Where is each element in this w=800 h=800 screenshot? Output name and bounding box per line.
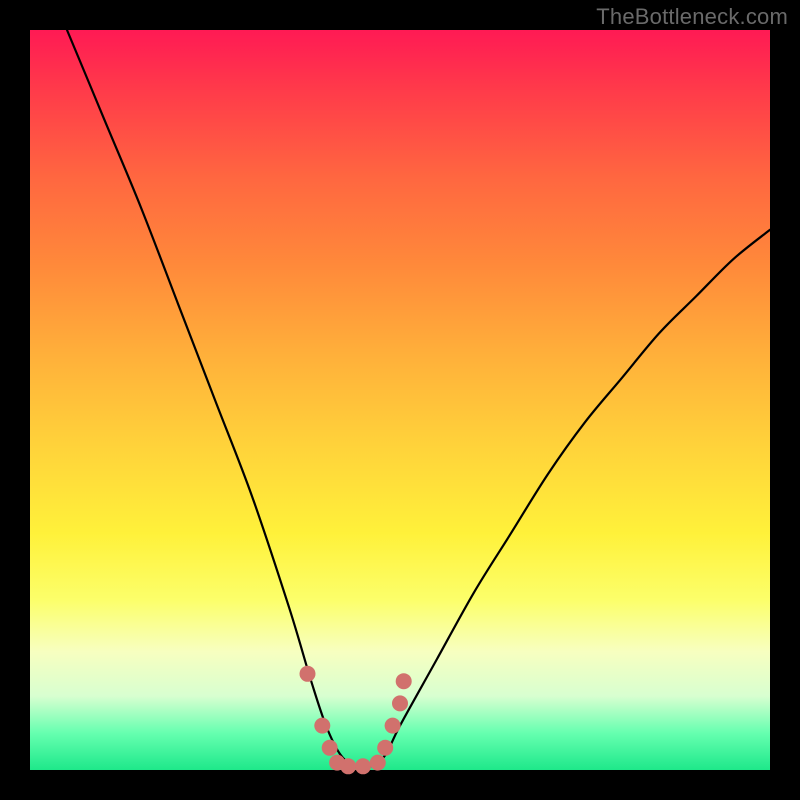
outer-frame: TheBottleneck.com: [0, 0, 800, 800]
curve-marker: [340, 758, 356, 774]
curve-marker: [314, 718, 330, 734]
chart-svg: [30, 30, 770, 770]
watermark-label: TheBottleneck.com: [596, 4, 788, 30]
curve-marker: [355, 758, 371, 774]
marker-group: [300, 666, 412, 775]
curve-marker: [300, 666, 316, 682]
curve-marker: [377, 740, 393, 756]
curve-marker: [392, 695, 408, 711]
curve-marker: [385, 718, 401, 734]
curve-marker: [396, 673, 412, 689]
curve-marker: [322, 740, 338, 756]
bottleneck-curve-path: [67, 30, 770, 768]
curve-marker: [370, 755, 386, 771]
